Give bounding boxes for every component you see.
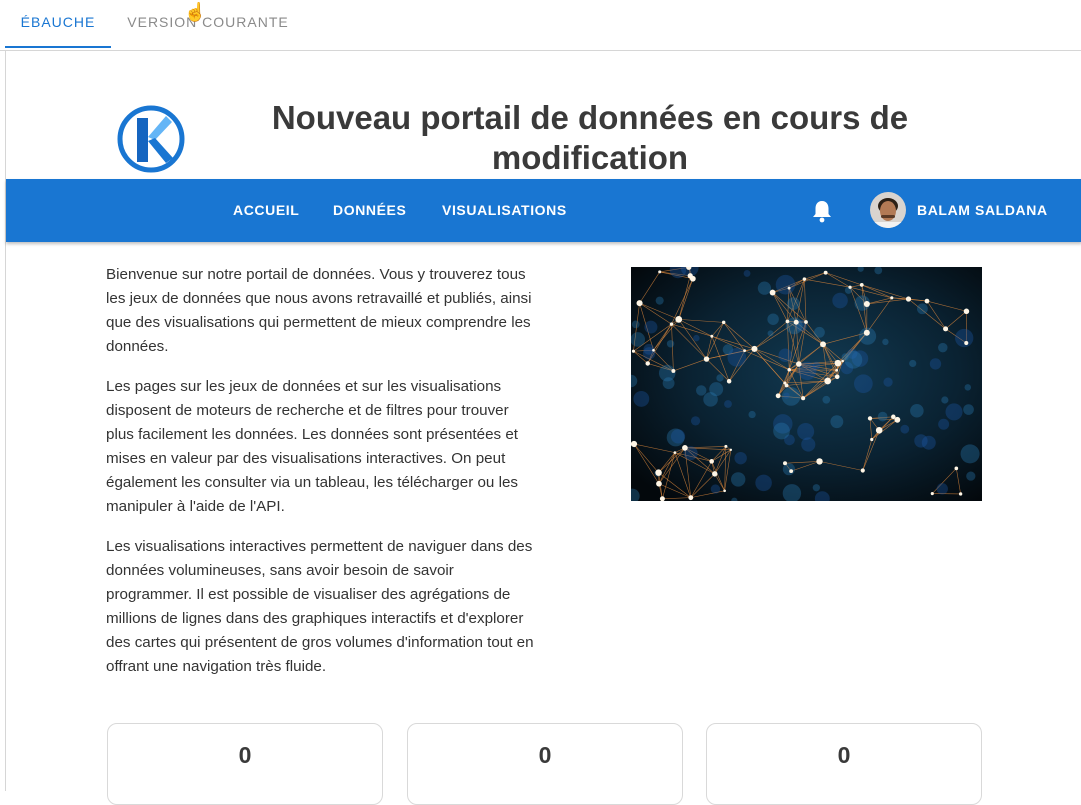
metric-card: 0	[407, 723, 683, 805]
bell-icon[interactable]	[811, 199, 833, 223]
intro-paragraph-1: Bienvenue sur notre portail de données. …	[106, 263, 536, 359]
metric-value: 0	[707, 742, 981, 769]
intro-paragraph-2: Les pages sur les jeux de données et sur…	[106, 375, 536, 519]
tab-current-version[interactable]: VERSION COURANTE	[118, 0, 298, 46]
tab-draft[interactable]: ÉBAUCHE	[5, 0, 111, 48]
metric-card: 0	[706, 723, 982, 805]
top-navigation-bar: ACCUEIL DONNÉES VISUALISATIONS BALAM SAL…	[6, 179, 1081, 242]
portal-preview: Nouveau portail de données en cours de m…	[5, 51, 1081, 791]
portal-logo-icon[interactable]	[116, 104, 186, 174]
network-hero-image	[631, 267, 982, 501]
nav-visualizations[interactable]: VISUALISATIONS	[442, 179, 567, 242]
user-name[interactable]: BALAM SALDANA	[917, 179, 1048, 242]
metric-card: 0	[107, 723, 383, 805]
intro-text: Bienvenue sur notre portail de données. …	[106, 263, 536, 695]
user-avatar[interactable]	[870, 192, 906, 228]
portal-header: Nouveau portail de données en cours de m…	[6, 51, 1081, 179]
nav-data[interactable]: DONNÉES	[333, 179, 406, 242]
metric-value: 0	[408, 742, 682, 769]
intro-paragraph-3: Les visualisations interactives permette…	[106, 535, 536, 679]
hand-cursor-icon: ☝	[184, 2, 206, 23]
nav-home[interactable]: ACCUEIL	[233, 179, 299, 242]
page-title: Nouveau portail de données en cours de m…	[246, 98, 934, 178]
version-tabs: ÉBAUCHE VERSION COURANTE	[0, 0, 1081, 51]
metric-value: 0	[108, 742, 382, 769]
